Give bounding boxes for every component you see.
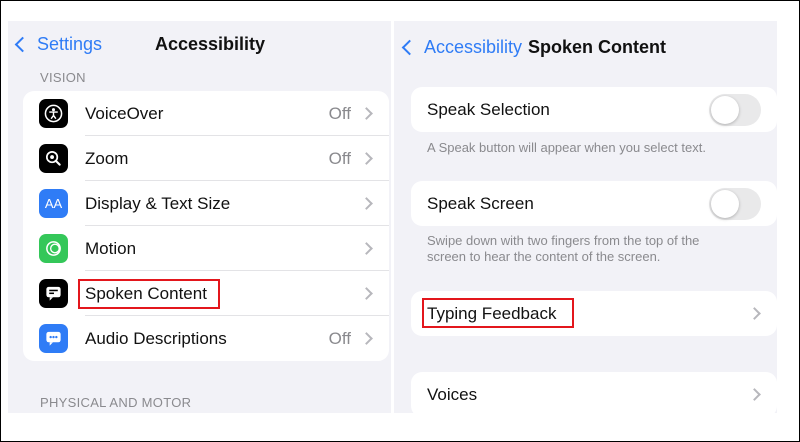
- display-text-size-icon: AA: [39, 189, 68, 218]
- speak-screen-footnote: Swipe down with two fingers from the top…: [427, 233, 767, 265]
- setting-row-display-text-size[interactable]: AA Display & Text Size: [23, 181, 389, 226]
- speak-screen-label: Speak Screen: [427, 193, 534, 213]
- spoken-content-screen: Accessibility Spoken Content Speak Selec…: [394, 21, 777, 413]
- zoom-value: Off: [328, 148, 351, 168]
- voiceover-icon: [39, 99, 68, 128]
- section-header-physical-motor: PHYSICAL AND MOTOR: [40, 395, 192, 410]
- display-text-size-glyph: AA: [44, 196, 63, 211]
- accessibility-screen: Settings Accessibility VISION VoiceOver …: [8, 21, 391, 413]
- vision-settings-group: VoiceOver Off Zoom Off AA Display & Text…: [23, 91, 389, 361]
- chevron-right-icon: [360, 332, 373, 345]
- back-to-accessibility-button[interactable]: Accessibility: [401, 37, 523, 58]
- back-chevron-icon: [14, 36, 31, 53]
- display-text-size-label: Display & Text Size: [85, 193, 231, 213]
- speak-selection-label: Speak Selection: [427, 99, 550, 119]
- setting-row-zoom[interactable]: Zoom Off: [23, 136, 389, 181]
- chevron-right-icon: [360, 197, 373, 210]
- chevron-right-icon: [360, 107, 373, 120]
- motion-icon: [39, 234, 68, 263]
- setting-row-voiceover[interactable]: VoiceOver Off: [23, 91, 389, 136]
- voiceover-label: VoiceOver: [85, 103, 164, 123]
- speak-screen-footnote-line-1: Swipe down with two fingers from the top…: [427, 233, 700, 248]
- voices-label: Voices: [427, 384, 478, 404]
- chevron-right-icon: [748, 307, 761, 320]
- speak-selection-footnote: A Speak button will appear when you sele…: [427, 140, 706, 155]
- back-chevron-icon: [401, 39, 418, 56]
- voiceover-value: Off: [328, 103, 351, 123]
- chevron-right-icon: [360, 152, 373, 165]
- page-title: Accessibility: [155, 34, 266, 54]
- page-title: Spoken Content: [528, 37, 666, 57]
- setting-row-audio-descriptions[interactable]: Audio Descriptions Off: [23, 316, 389, 361]
- motion-label: Motion: [85, 238, 137, 258]
- chevron-right-icon: [360, 242, 373, 255]
- section-header-vision: VISION: [40, 70, 86, 85]
- back-to-settings-button[interactable]: Settings: [14, 34, 103, 55]
- speak-selection-row: Speak Selection: [411, 87, 777, 132]
- screenshot-frame: Settings Accessibility VISION VoiceOver …: [0, 0, 800, 442]
- highlight-spoken-content: [78, 279, 220, 309]
- chevron-right-icon: [748, 388, 761, 401]
- speak-screen-footnote-line-2: screen to hear the content of the screen…: [427, 249, 661, 264]
- highlight-typing-feedback: [422, 298, 574, 328]
- back-label: Accessibility: [424, 37, 523, 57]
- spoken-content-icon: [39, 279, 68, 308]
- navigation-bar: Accessibility Spoken Content: [394, 21, 777, 68]
- voices-row[interactable]: Voices: [411, 372, 777, 413]
- back-label: Settings: [37, 34, 103, 54]
- chevron-right-icon: [360, 287, 373, 300]
- zoom-label: Zoom: [85, 148, 129, 168]
- speak-screen-toggle[interactable]: [709, 187, 761, 220]
- navigation-bar: Settings Accessibility: [8, 21, 391, 68]
- setting-row-motion[interactable]: Motion: [23, 226, 389, 271]
- audio-descriptions-icon: [39, 324, 68, 353]
- speak-selection-toggle[interactable]: [709, 93, 761, 126]
- audio-descriptions-value: Off: [328, 328, 351, 348]
- speak-screen-row: Speak Screen: [411, 181, 777, 226]
- audio-descriptions-label: Audio Descriptions: [85, 328, 227, 348]
- zoom-icon: [39, 144, 68, 173]
